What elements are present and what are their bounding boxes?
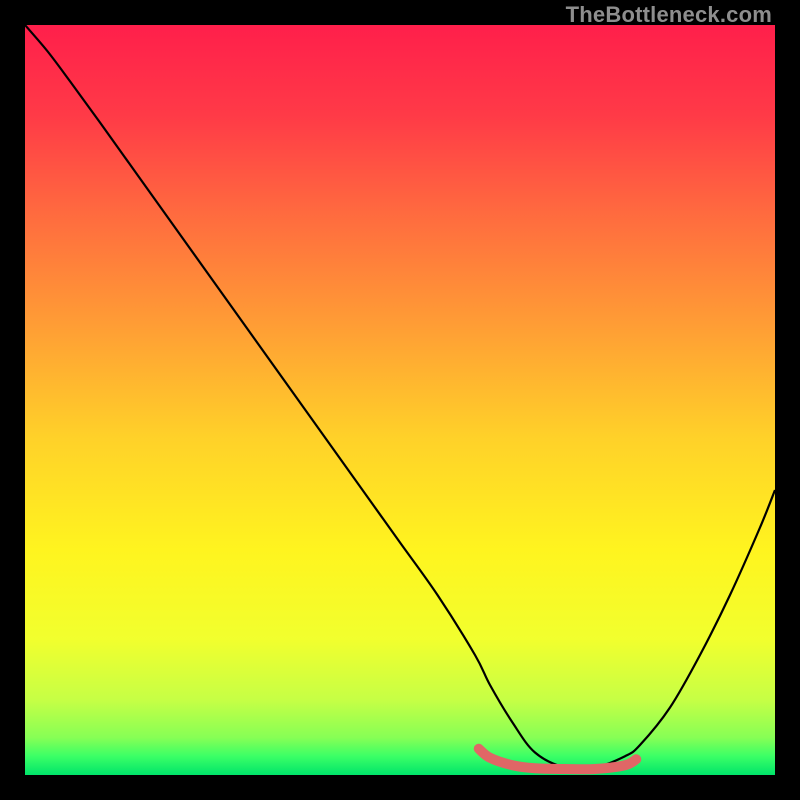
plot-area	[25, 25, 775, 775]
chart-svg	[25, 25, 775, 775]
chart-frame: TheBottleneck.com	[0, 0, 800, 800]
gradient-background	[25, 25, 775, 775]
